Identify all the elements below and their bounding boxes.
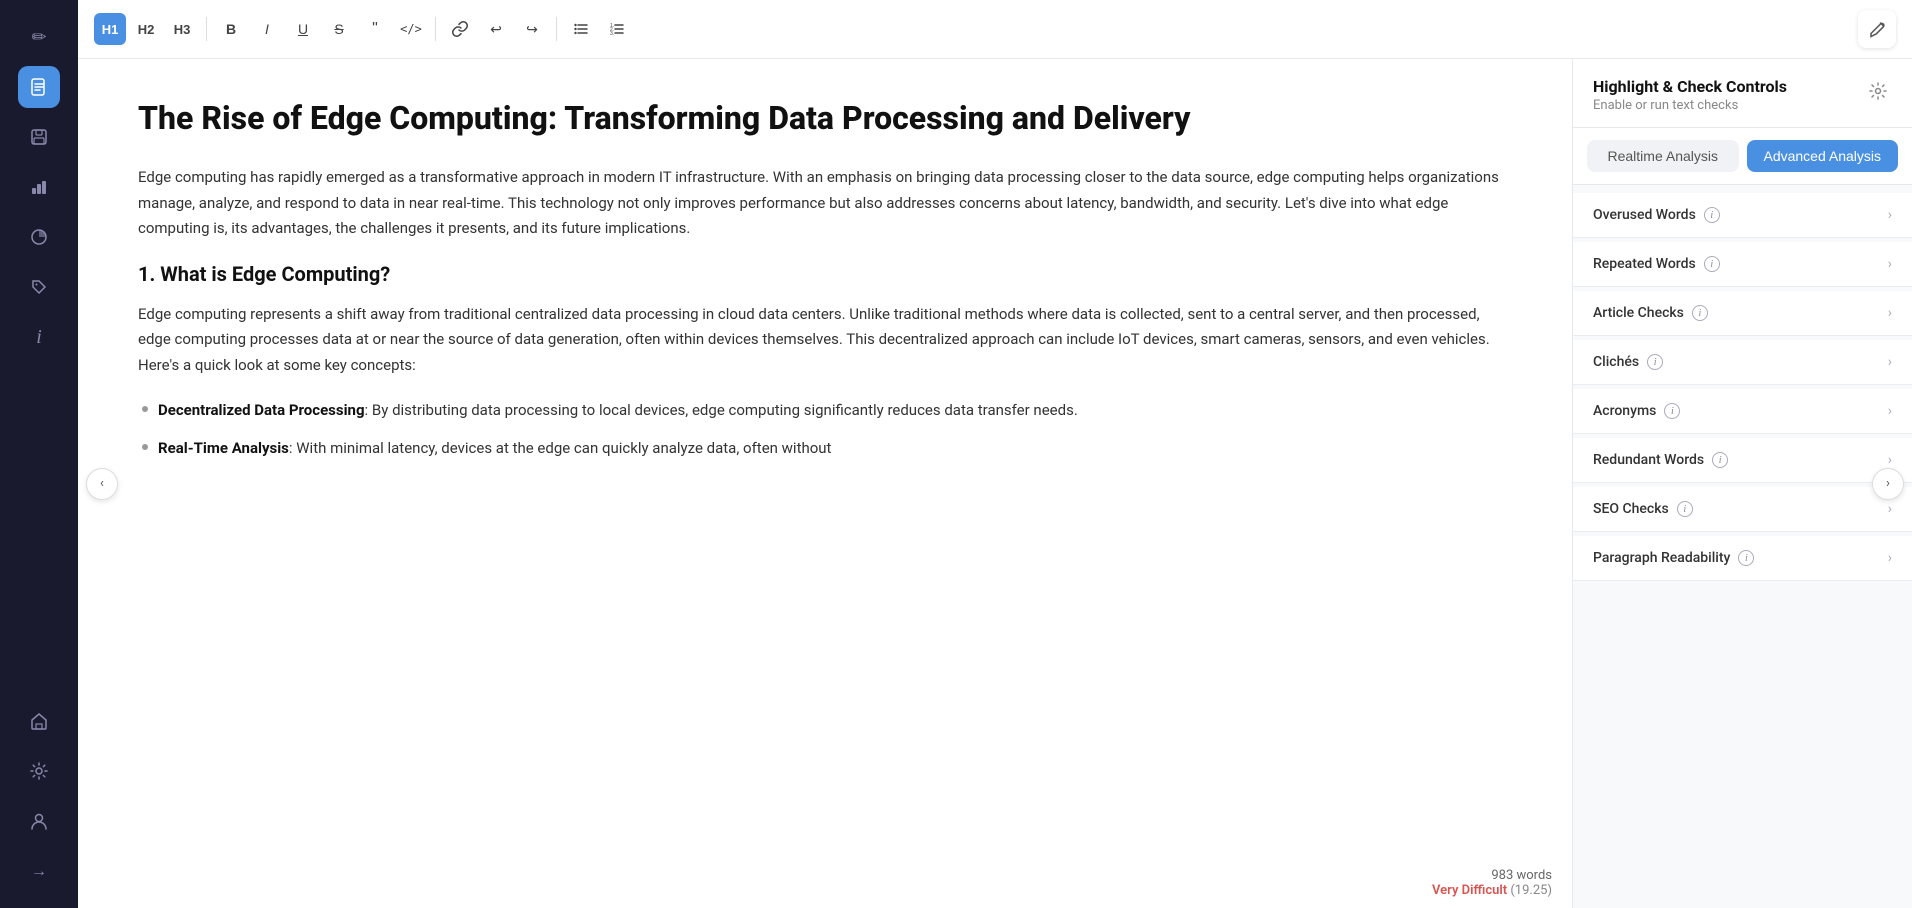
paragraph-readability-info-icon[interactable]: i <box>1738 550 1754 566</box>
acronyms-info-icon[interactable]: i <box>1664 403 1680 419</box>
difficulty-indicator: Very Difficult (19.25) <box>1432 883 1552 898</box>
check-item-redundant-words[interactable]: Redundant Words i › <box>1573 438 1912 483</box>
toolbar: H1 H2 H3 B I U S " </> ↩ ↪ 1.2.3. <box>78 0 1912 59</box>
realtime-analysis-tab[interactable]: Realtime Analysis <box>1587 140 1739 172</box>
sidebar-icon-info[interactable]: i <box>18 316 60 358</box>
panel-gear-button[interactable] <box>1864 77 1892 105</box>
check-item-cliches[interactable]: Clichés i › <box>1573 340 1912 385</box>
sidebar-icon-arrow-right[interactable]: → <box>18 850 60 892</box>
sidebar: ✏ i → <box>0 0 78 908</box>
check-item-seo-checks[interactable]: SEO Checks i › <box>1573 487 1912 532</box>
check-item-acronyms[interactable]: Acronyms i › <box>1573 389 1912 434</box>
bullet-bold-2: Real-Time Analysis <box>158 439 289 457</box>
sidebar-icon-user[interactable] <box>18 800 60 842</box>
editor[interactable]: The Rise of Edge Computing: Transforming… <box>78 59 1572 908</box>
paragraph-readability-label: Paragraph Readability <box>1593 550 1730 566</box>
repeated-words-chevron-icon: › <box>1888 256 1892 272</box>
italic-button[interactable]: I <box>251 13 283 45</box>
article-title: The Rise of Edge Computing: Transforming… <box>138 99 1512 137</box>
heading2-button[interactable]: H2 <box>130 13 162 45</box>
difficulty-label: Very Difficult <box>1432 883 1507 898</box>
ordered-list-button[interactable]: 1.2.3. <box>601 13 633 45</box>
underline-button[interactable]: U <box>287 13 319 45</box>
bold-button[interactable]: B <box>215 13 247 45</box>
prev-page-arrow[interactable]: ‹ <box>86 468 118 500</box>
sidebar-icon-save[interactable] <box>18 116 60 158</box>
overused-words-label: Overused Words <box>1593 207 1696 223</box>
bullet-rest-1: : By distributing data processing to loc… <box>365 401 1078 419</box>
sidebar-icon-tag[interactable] <box>18 266 60 308</box>
blockquote-button[interactable]: " <box>359 13 391 45</box>
check-item-overused-words[interactable]: Overused Words i › <box>1573 193 1912 238</box>
cliches-info-icon[interactable]: i <box>1647 354 1663 370</box>
difficulty-score: (19.25) <box>1510 883 1552 898</box>
word-count: 983 words <box>1432 868 1552 883</box>
svg-text:3.: 3. <box>610 31 614 37</box>
intro-paragraph: Edge computing has rapidly emerged as a … <box>138 165 1512 242</box>
redundant-words-info-icon[interactable]: i <box>1712 452 1728 468</box>
unordered-list-button[interactable] <box>565 13 597 45</box>
check-item-article-checks[interactable]: Article Checks i › <box>1573 291 1912 336</box>
article-checks-chevron-icon: › <box>1888 305 1892 321</box>
panel-subtitle: Enable or run text checks <box>1593 98 1787 113</box>
redundant-words-chevron-icon: › <box>1888 452 1892 468</box>
check-item-paragraph-readability[interactable]: Paragraph Readability i › <box>1573 536 1912 581</box>
section-heading: 1. What is Edge Computing? <box>138 262 1512 286</box>
repeated-words-info-icon[interactable]: i <box>1704 256 1720 272</box>
bullet-list: Decentralized Data Processing: By distri… <box>138 398 1512 461</box>
next-page-arrow[interactable]: › <box>1872 468 1904 500</box>
repeated-words-label: Repeated Words <box>1593 256 1696 272</box>
link-button[interactable] <box>444 13 476 45</box>
sidebar-icon-chart-pie[interactable] <box>18 216 60 258</box>
overused-words-chevron-icon: › <box>1888 207 1892 223</box>
heading3-button[interactable]: H3 <box>166 13 198 45</box>
sidebar-icon-home[interactable] <box>18 700 60 742</box>
sidebar-icon-doc-check[interactable] <box>18 66 60 108</box>
sidebar-icon-settings[interactable] <box>18 750 60 792</box>
bullet-item-2: Real-Time Analysis: With minimal latency… <box>158 436 1512 462</box>
sidebar-icon-pencil[interactable]: ✏ <box>18 16 60 58</box>
panel-header: Highlight & Check Controls Enable or run… <box>1573 59 1912 128</box>
bullet-item-1: Decentralized Data Processing: By distri… <box>158 398 1512 424</box>
seo-checks-info-icon[interactable]: i <box>1677 501 1693 517</box>
acronyms-label: Acronyms <box>1593 403 1656 419</box>
seo-checks-chevron-icon: › <box>1888 501 1892 517</box>
toolbar-divider-3 <box>556 17 557 41</box>
cliches-chevron-icon: › <box>1888 354 1892 370</box>
article-checks-label: Article Checks <box>1593 305 1684 321</box>
bullet-bold-1: Decentralized Data Processing <box>158 401 365 419</box>
toolbar-divider-2 <box>435 17 436 41</box>
bullet-rest-2: : With minimal latency, devices at the e… <box>289 439 832 457</box>
heading1-button[interactable]: H1 <box>94 13 126 45</box>
content-area: ‹ The Rise of Edge Computing: Transformi… <box>78 59 1912 908</box>
word-count-bar: 983 words Very Difficult (19.25) <box>1412 858 1572 908</box>
paragraph-readability-chevron-icon: › <box>1888 550 1892 566</box>
seo-checks-label: SEO Checks <box>1593 501 1669 517</box>
acronyms-chevron-icon: › <box>1888 403 1892 419</box>
advanced-analysis-tab[interactable]: Advanced Analysis <box>1747 140 1899 172</box>
right-panel: Highlight & Check Controls Enable or run… <box>1572 59 1912 908</box>
check-list: Overused Words i › Repeated Words i › Ar… <box>1573 185 1912 908</box>
redundant-words-label: Redundant Words <box>1593 452 1704 468</box>
overused-words-info-icon[interactable]: i <box>1704 207 1720 223</box>
toolbar-divider-1 <box>206 17 207 41</box>
edit-mode-button[interactable] <box>1858 10 1896 48</box>
check-item-repeated-words[interactable]: Repeated Words i › <box>1573 242 1912 287</box>
sidebar-icon-chart-bar[interactable] <box>18 166 60 208</box>
cliches-label: Clichés <box>1593 354 1639 370</box>
strikethrough-button[interactable]: S <box>323 13 355 45</box>
code-button[interactable]: </> <box>395 13 427 45</box>
undo-button[interactable]: ↩ <box>480 13 512 45</box>
panel-header-text: Highlight & Check Controls Enable or run… <box>1593 77 1787 113</box>
analysis-tab-row: Realtime Analysis Advanced Analysis <box>1573 128 1912 185</box>
main-area: H1 H2 H3 B I U S " </> ↩ ↪ 1.2.3. ‹ T <box>78 0 1912 908</box>
section-paragraph: Edge computing represents a shift away f… <box>138 302 1512 379</box>
article-checks-info-icon[interactable]: i <box>1692 305 1708 321</box>
panel-title: Highlight & Check Controls <box>1593 77 1787 96</box>
redo-button[interactable]: ↪ <box>516 13 548 45</box>
